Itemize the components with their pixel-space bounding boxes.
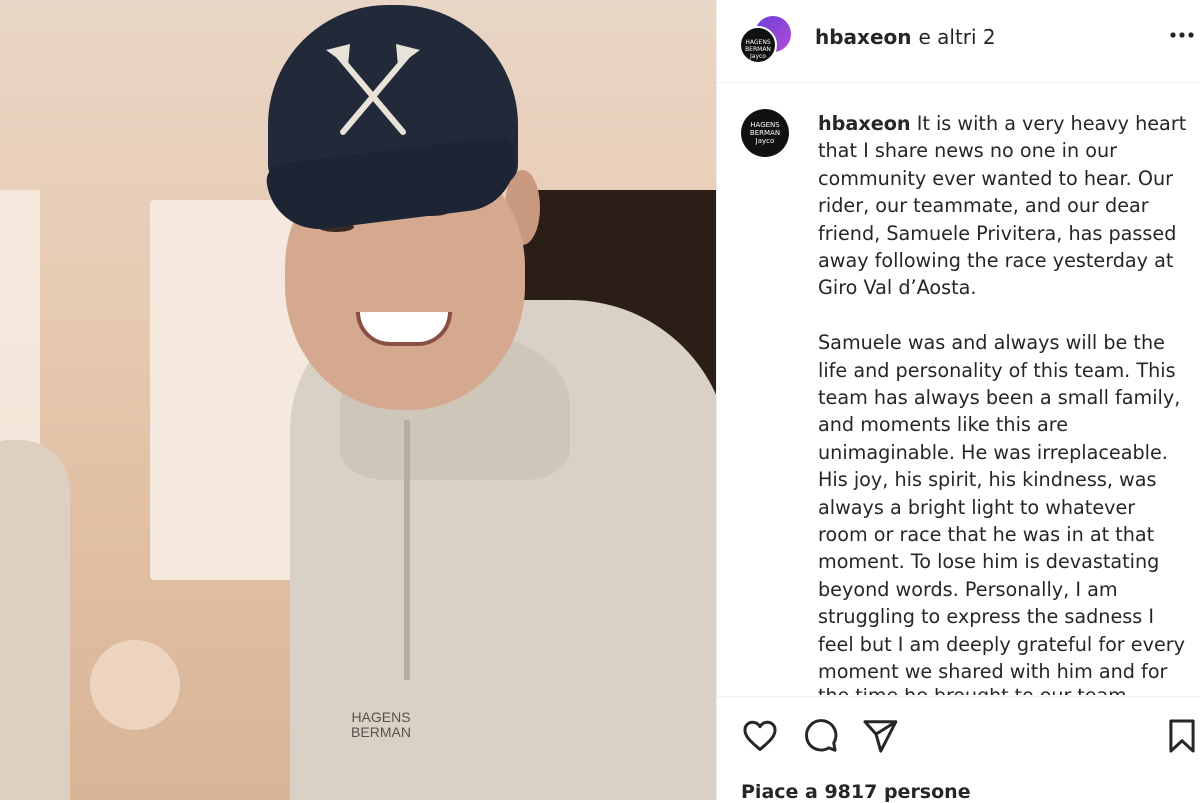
caption-text: hbaxeon It is with a very heavy heart th… — [818, 110, 1188, 695]
caption-area[interactable]: HAGENS BERMAN Jayco hbaxeon It is with a… — [717, 83, 1200, 695]
send-icon[interactable] — [861, 717, 899, 755]
caption-paragraph: It is with a very heavy heart that I sha… — [818, 112, 1187, 300]
shirt-logo: HAGENS BERMAN — [351, 709, 411, 740]
action-bar: Piace a 9817 persone — [717, 696, 1200, 803]
avatar[interactable]: HAGENS BERMAN Jayco — [741, 109, 789, 157]
post-photo[interactable]: HAGENS BERMAN — [0, 0, 716, 800]
comment-icon[interactable] — [801, 717, 839, 755]
bookmark-icon[interactable] — [1163, 717, 1200, 755]
more-horizontal-icon — [1170, 32, 1194, 38]
post-panel: HAGENS BERMAN Jayco hbaxeon e altri 2 HA… — [716, 0, 1200, 803]
avatar: HAGENS BERMAN Jayco — [739, 26, 777, 64]
post-author[interactable]: hbaxeon e altri 2 — [815, 25, 996, 49]
background-light — [90, 640, 180, 730]
crossed-axes-icon — [326, 44, 420, 135]
collaborators-link[interactable]: e altri 2 — [918, 25, 995, 49]
username-link[interactable]: hbaxeon — [815, 25, 912, 49]
avatar-stack[interactable]: HAGENS BERMAN Jayco — [739, 14, 793, 68]
heart-icon[interactable] — [741, 717, 779, 755]
background-person — [0, 440, 70, 800]
post-header: HAGENS BERMAN Jayco hbaxeon e altri 2 — [717, 0, 1200, 83]
caption-paragraph: Samuele was and always will be the life … — [818, 331, 1186, 684]
caption-username[interactable]: hbaxeon — [818, 112, 911, 135]
zipper — [404, 420, 410, 680]
caption-cut-line: the time he brought to our team — [818, 683, 1188, 695]
more-options-button[interactable] — [1169, 22, 1195, 54]
